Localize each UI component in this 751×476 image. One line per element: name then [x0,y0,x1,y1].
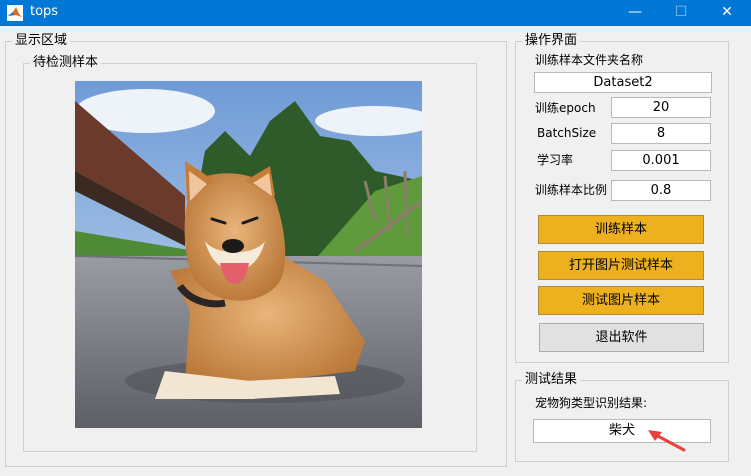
batch-size-label: BatchSize [537,126,597,140]
epoch-label: 训练epoch [535,101,596,115]
test-image-button[interactable]: 测试图片样本 [538,286,704,315]
open-test-image-button[interactable]: 打开图片测试样本 [538,251,704,280]
matlab-logo-icon [7,5,23,21]
shiba-inu-photo [75,81,422,428]
result-label: 宠物狗类型识别结果: [535,396,648,410]
display-area-legend: 显示区域 [12,33,71,49]
folder-name-label: 训练样本文件夹名称 [535,53,644,67]
train-ratio-field[interactable]: 0.8 [611,180,711,201]
exit-button[interactable]: 退出软件 [539,323,704,352]
result-panel-legend: 测试结果 [522,372,581,388]
sample-panel-legend: 待检测样本 [30,55,102,71]
window-title: tops [30,4,59,19]
epoch-field[interactable]: 20 [611,97,711,118]
red-arrow-icon [648,430,686,452]
batch-size-field[interactable]: 8 [611,123,711,144]
close-button[interactable]: ✕ [704,0,750,26]
title-bar: tops — ☐ ✕ [0,0,751,26]
folder-name-field[interactable]: Dataset2 [534,72,712,93]
minimize-button[interactable]: — [612,0,658,26]
operation-panel-legend: 操作界面 [522,33,581,49]
train-button[interactable]: 训练样本 [538,215,704,244]
train-ratio-label: 训练样本比例 [535,183,608,197]
sample-image [75,81,422,428]
maximize-button[interactable]: ☐ [658,0,704,26]
learning-rate-label: 学习率 [537,153,574,167]
learning-rate-field[interactable]: 0.001 [611,150,711,171]
